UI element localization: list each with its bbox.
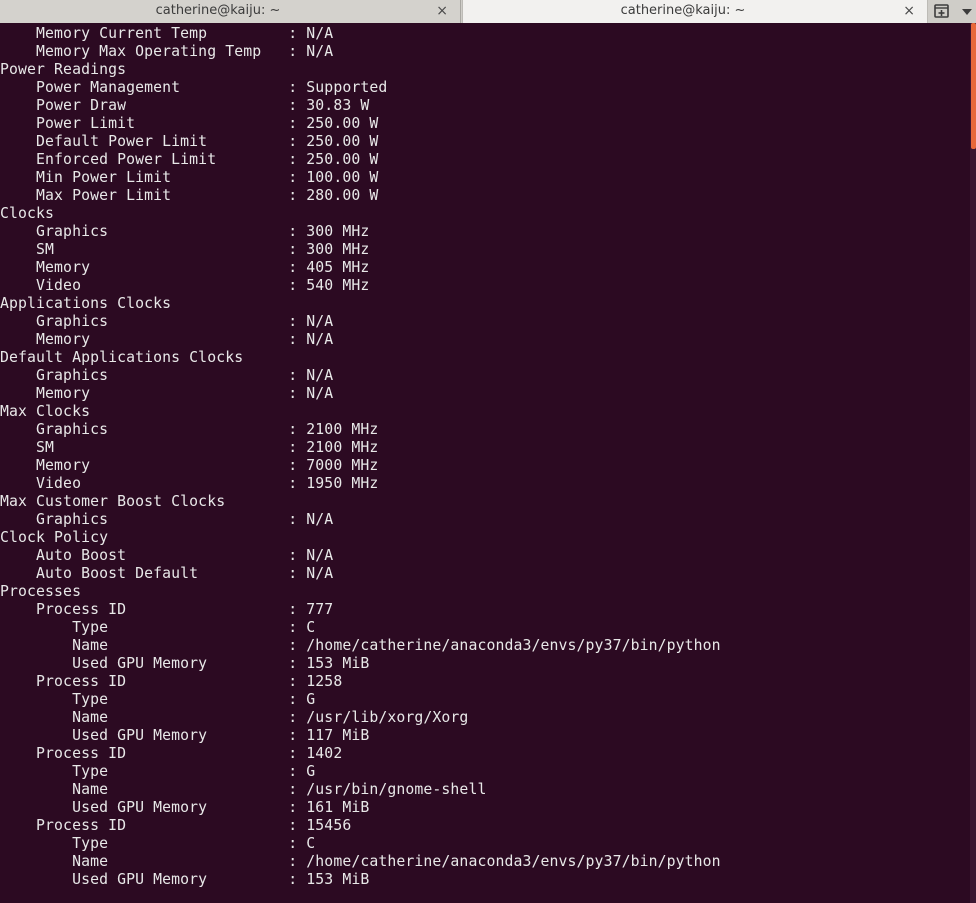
- terminal-line: Max Customer Boost Clocks: [0, 493, 226, 510]
- terminal-line: SM : 2100 MHz: [0, 439, 379, 456]
- terminal-line: Name : /home/catherine/anaconda3/envs/py…: [0, 637, 721, 654]
- terminal-line: Default Applications Clocks: [0, 349, 244, 366]
- terminal-output[interactable]: Memory Current Temp : N/A Memory Max Ope…: [0, 23, 970, 903]
- terminal-line: Min Power Limit : 100.00 W: [0, 169, 379, 186]
- tab-close-icon[interactable]: ×: [903, 0, 915, 22]
- terminal-line: Memory Current Temp : N/A: [0, 25, 334, 42]
- terminal-line: SM : 300 MHz: [0, 241, 370, 258]
- tab-title: catherine@kaiju: ~: [620, 3, 746, 18]
- terminal-line: Name : /usr/lib/xorg/Xorg: [0, 709, 469, 726]
- terminal-line: Type : C: [0, 619, 316, 636]
- terminal-line: Memory : 405 MHz: [0, 259, 370, 276]
- terminal-line: Clock Policy: [0, 529, 109, 546]
- terminal-line: Process ID : 15456: [0, 817, 352, 834]
- tab-terminal-1[interactable]: catherine@kaiju: ~ ×: [0, 0, 461, 23]
- terminal-line: Power Limit : 250.00 W: [0, 115, 379, 132]
- terminal-line: Video : 1950 MHz: [0, 475, 379, 492]
- terminal-line: Graphics : N/A: [0, 367, 334, 384]
- terminal-line: Graphics : N/A: [0, 313, 334, 330]
- terminal-line: Auto Boost : N/A: [0, 547, 334, 564]
- tab-title: catherine@kaiju: ~: [155, 3, 281, 18]
- terminal-lines: Memory Current Temp : N/A Memory Max Ope…: [0, 25, 721, 889]
- new-tab-icon: [933, 4, 949, 18]
- terminal-line: Enforced Power Limit : 250.00 W: [0, 151, 379, 168]
- terminal-line: Graphics : 2100 MHz: [0, 421, 379, 438]
- terminal-line: Memory : N/A: [0, 385, 334, 402]
- terminal-line: Memory : 7000 MHz: [0, 457, 379, 474]
- terminal-line: Used GPU Memory : 153 MiB: [0, 655, 370, 672]
- terminal-line: Used GPU Memory : 161 MiB: [0, 799, 370, 816]
- terminal-line: Type : G: [0, 691, 316, 708]
- terminal-line: Power Readings: [0, 61, 127, 78]
- terminal-line: Used GPU Memory : 153 MiB: [0, 871, 370, 888]
- terminal-line: Applications Clocks: [0, 295, 172, 312]
- tab-close-icon[interactable]: ×: [436, 0, 448, 22]
- terminal-line: Auto Boost Default : N/A: [0, 565, 334, 582]
- scrollbar-thumb[interactable]: [971, 23, 976, 149]
- terminal-line: Type : C: [0, 835, 316, 852]
- terminal-line: Memory Max Operating Temp : N/A: [0, 43, 334, 60]
- terminal-line: Used GPU Memory : 117 MiB: [0, 727, 370, 744]
- terminal-line: Name : /usr/bin/gnome-shell: [0, 781, 487, 798]
- terminal-line: Video : 540 MHz: [0, 277, 370, 294]
- terminal-line: Memory : N/A: [0, 331, 334, 348]
- terminal-line: Process ID : 777: [0, 601, 334, 618]
- scrollbar[interactable]: [970, 23, 976, 903]
- terminal-line: Graphics : N/A: [0, 511, 334, 528]
- terminal-line: Power Draw : 30.83 W: [0, 97, 370, 114]
- terminal-line: Process ID : 1258: [0, 673, 343, 690]
- tab-terminal-2[interactable]: catherine@kaiju: ~ ×: [462, 0, 928, 23]
- terminal-line: Graphics : 300 MHz: [0, 223, 370, 240]
- terminal-line: Max Clocks: [0, 403, 91, 420]
- terminal-line: Processes: [0, 583, 82, 600]
- terminal-line: Max Power Limit : 280.00 W: [0, 187, 379, 204]
- terminal-line: Type : G: [0, 763, 316, 780]
- chevron-down-icon: [962, 9, 972, 15]
- terminal-line: Default Power Limit : 250.00 W: [0, 133, 379, 150]
- tab-menu-button[interactable]: [958, 0, 976, 23]
- terminal-line: Name : /home/catherine/anaconda3/envs/py…: [0, 853, 721, 870]
- tab-bar: catherine@kaiju: ~ × catherine@kaiju: ~ …: [0, 0, 976, 23]
- new-tab-button[interactable]: [928, 0, 955, 23]
- terminal-line: Clocks: [0, 205, 55, 222]
- terminal-line: Power Management : Supported: [0, 79, 388, 96]
- terminal-line: Process ID : 1402: [0, 745, 343, 762]
